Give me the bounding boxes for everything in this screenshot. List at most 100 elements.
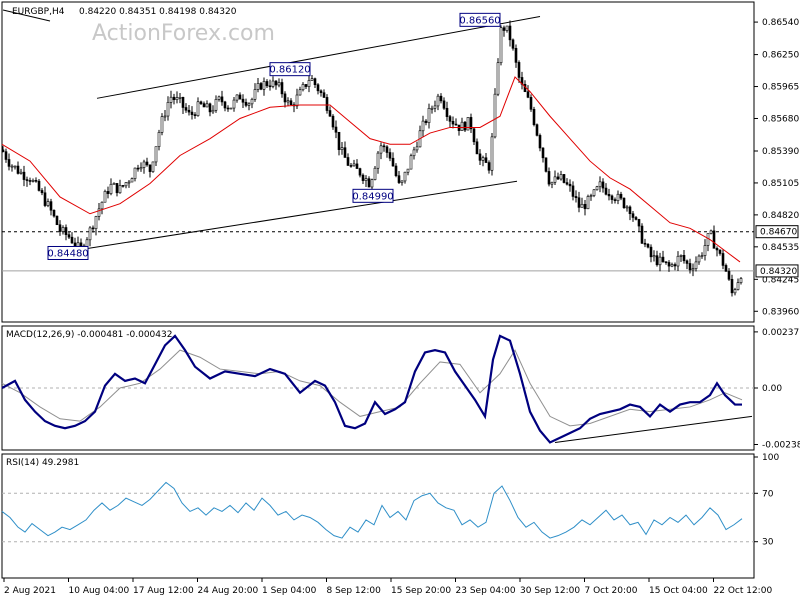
candle-body bbox=[361, 174, 365, 181]
candle bbox=[151, 161, 155, 173]
candle bbox=[562, 173, 566, 184]
candle-body bbox=[490, 136, 494, 171]
candle-body bbox=[334, 126, 338, 133]
candle-body bbox=[112, 183, 116, 185]
candle-body bbox=[433, 105, 437, 109]
candle-body bbox=[217, 96, 221, 100]
candle-body bbox=[346, 157, 350, 166]
candle-body bbox=[640, 225, 644, 244]
candle bbox=[466, 117, 470, 131]
candle-body bbox=[448, 116, 452, 122]
date-tick-label: 15 Sep 20:00 bbox=[391, 586, 451, 596]
candle-body bbox=[160, 116, 164, 133]
candle-body bbox=[319, 90, 323, 94]
candle-body bbox=[427, 108, 431, 123]
candle-body bbox=[499, 27, 503, 64]
candle-body bbox=[403, 171, 407, 182]
candle bbox=[409, 153, 413, 170]
candle-body bbox=[400, 180, 404, 183]
candle-body bbox=[421, 120, 425, 132]
candle-body bbox=[397, 175, 401, 183]
candle-body bbox=[79, 242, 83, 247]
candle-body bbox=[637, 219, 641, 227]
candle bbox=[640, 223, 644, 245]
date-tick-label: 7 Oct 20:00 bbox=[585, 586, 638, 596]
candle-body bbox=[19, 171, 23, 174]
candle-body bbox=[283, 93, 287, 103]
candle-body bbox=[664, 261, 668, 263]
annotation-label: 0.86560 bbox=[459, 15, 500, 26]
candle-body bbox=[565, 182, 569, 185]
level-tag-label: 0.84320 bbox=[760, 267, 797, 277]
candle-body bbox=[568, 183, 572, 187]
macd-tick-label: 0.00 bbox=[762, 384, 782, 394]
candle-body bbox=[538, 135, 542, 149]
candle-body bbox=[646, 243, 650, 248]
candle-body bbox=[547, 171, 551, 185]
candle-body bbox=[619, 193, 623, 199]
candle-body bbox=[673, 264, 677, 267]
candle-body bbox=[466, 117, 470, 131]
price-tick-label: 0.85390 bbox=[762, 147, 799, 157]
candle-body bbox=[271, 80, 275, 87]
candle-body bbox=[103, 191, 107, 203]
candle-body bbox=[223, 101, 227, 109]
date-tick-label: 22 Oct 12:00 bbox=[714, 586, 773, 596]
candle-body bbox=[580, 203, 584, 208]
candle-body bbox=[439, 95, 443, 102]
candle-body bbox=[118, 185, 122, 194]
candle-body bbox=[64, 227, 68, 235]
candle-body bbox=[598, 181, 602, 188]
candle-body bbox=[187, 109, 191, 113]
candle bbox=[496, 58, 500, 97]
candle-body bbox=[739, 278, 743, 283]
candle-body bbox=[694, 261, 698, 269]
candle-body bbox=[679, 255, 683, 257]
candle-body bbox=[406, 168, 410, 173]
candle-body bbox=[7, 159, 11, 167]
candle-body bbox=[244, 101, 248, 106]
candle-body bbox=[385, 146, 389, 153]
candle-body bbox=[358, 168, 362, 176]
candle-body bbox=[280, 82, 284, 95]
macd-tick-label: -0.002387 bbox=[762, 441, 800, 451]
candle-body bbox=[493, 93, 497, 138]
candle bbox=[595, 185, 599, 191]
candle-body bbox=[52, 209, 56, 217]
candle-body bbox=[130, 178, 134, 183]
candle-body bbox=[535, 124, 539, 136]
candle bbox=[103, 189, 107, 203]
candle-body bbox=[115, 183, 119, 194]
candle-body bbox=[355, 163, 359, 169]
candle-body bbox=[454, 123, 458, 126]
candle-body bbox=[226, 107, 230, 110]
candle-body bbox=[424, 120, 428, 123]
candle-body bbox=[121, 185, 125, 187]
candle-body bbox=[670, 264, 674, 267]
candle-body bbox=[685, 260, 689, 264]
candle-body bbox=[16, 165, 20, 174]
candle-body bbox=[307, 80, 311, 87]
candle-body bbox=[262, 81, 266, 90]
candle bbox=[493, 88, 497, 139]
candle-body bbox=[682, 255, 686, 262]
candle-body bbox=[295, 94, 299, 107]
candle bbox=[490, 132, 494, 176]
price-header: EURGBP,H4 0.84220 0.84351 0.84198 0.8432… bbox=[12, 7, 237, 17]
candle-body bbox=[4, 151, 8, 160]
candle-body bbox=[181, 96, 185, 108]
candle-body bbox=[484, 157, 488, 163]
candle-body bbox=[709, 230, 713, 234]
candle-body bbox=[145, 161, 149, 166]
candle bbox=[532, 106, 536, 127]
candle-body bbox=[235, 94, 239, 101]
candle-body bbox=[532, 109, 536, 125]
candle-body bbox=[736, 282, 740, 290]
candle-body bbox=[106, 191, 110, 194]
candle-body bbox=[91, 227, 95, 230]
candle-body bbox=[649, 246, 653, 258]
candle-body bbox=[376, 152, 380, 169]
candle-body bbox=[724, 265, 728, 272]
candle-body bbox=[472, 128, 476, 143]
candle bbox=[544, 157, 548, 173]
